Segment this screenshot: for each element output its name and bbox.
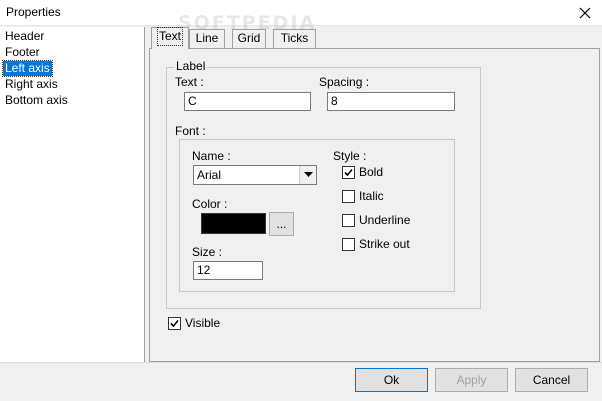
visible-checkbox[interactable] xyxy=(168,317,181,330)
tab-ticks[interactable]: Ticks xyxy=(273,29,316,48)
font-name-label: Name : xyxy=(192,149,231,163)
text-input[interactable]: C xyxy=(184,92,311,111)
check-icon xyxy=(344,168,353,177)
tab-text-label: Text xyxy=(156,27,184,46)
sidebar-list[interactable]: Header Footer Left axis Right axis Botto… xyxy=(0,27,145,362)
tab-text[interactable]: Text xyxy=(151,27,189,49)
font-style-label: Style : xyxy=(333,149,367,163)
ok-button[interactable]: Ok xyxy=(355,368,428,392)
visible-label: Visible xyxy=(185,316,221,330)
color-picker-button[interactable]: ... xyxy=(269,212,294,236)
check-icon xyxy=(170,319,179,328)
sidebar-item-header[interactable]: Header xyxy=(3,29,46,44)
font-size-input[interactable]: 12 xyxy=(193,261,263,280)
tab-panel: Label Text : C Spacing : 8 Font : Name :… xyxy=(149,48,600,362)
chevron-down-icon[interactable] xyxy=(299,166,316,184)
close-button[interactable] xyxy=(568,0,602,26)
sidebar-item-right-axis[interactable]: Right axis xyxy=(3,77,60,92)
sidebar-item-footer[interactable]: Footer xyxy=(3,45,42,60)
text-label: Text : xyxy=(175,75,204,89)
tab-grid[interactable]: Grid xyxy=(232,29,266,48)
italic-label: Italic xyxy=(359,189,384,203)
font-label: Font : xyxy=(175,124,206,138)
underline-label: Underline xyxy=(359,213,411,227)
footer-divider xyxy=(0,362,602,363)
window-title: Properties xyxy=(6,5,61,19)
strikeout-label: Strike out xyxy=(359,237,410,251)
bold-label: Bold xyxy=(359,165,384,179)
tab-line[interactable]: Line xyxy=(189,29,225,48)
title-bar: Properties SOFTPEDIA xyxy=(0,0,602,34)
strikeout-checkbox[interactable] xyxy=(342,238,355,251)
tab-grid-label: Grid xyxy=(237,31,261,45)
font-color-label: Color : xyxy=(192,197,228,211)
font-name-value: Arial xyxy=(197,168,222,182)
close-icon xyxy=(579,7,591,19)
label-group-title: Label xyxy=(174,59,208,73)
apply-button[interactable]: Apply xyxy=(435,368,508,392)
spacing-label: Spacing : xyxy=(319,75,370,89)
tab-line-label: Line xyxy=(195,31,219,45)
font-name-select[interactable]: Arial xyxy=(193,165,317,185)
spacing-input[interactable]: 8 xyxy=(327,92,455,111)
cancel-button[interactable]: Cancel xyxy=(515,368,588,392)
sidebar-item-bottom-axis[interactable]: Bottom axis xyxy=(3,93,70,108)
font-size-label: Size : xyxy=(192,245,223,259)
font-color-swatch xyxy=(201,213,266,234)
italic-checkbox[interactable] xyxy=(342,190,355,203)
underline-checkbox[interactable] xyxy=(342,214,355,227)
bold-checkbox[interactable] xyxy=(342,166,355,179)
tab-ticks-label: Ticks xyxy=(280,31,309,45)
sidebar-item-left-axis[interactable]: Left axis xyxy=(2,60,53,77)
